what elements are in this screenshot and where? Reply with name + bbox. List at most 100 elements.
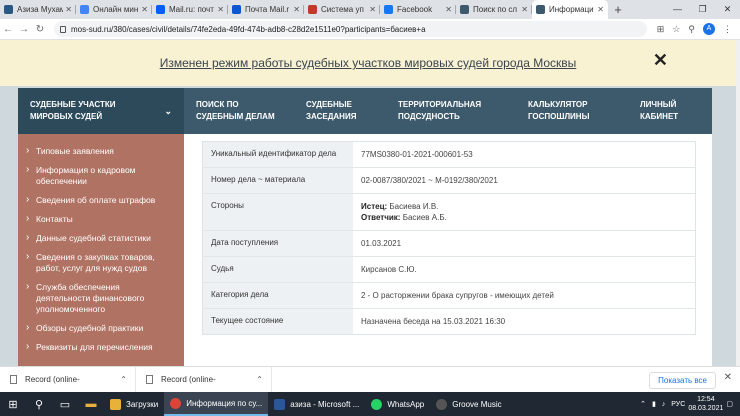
case-details-table: Уникальный идентификатор дела 77MS0380-0… [202,141,696,335]
tab-close-icon[interactable]: ✕ [521,5,528,14]
minimize-icon[interactable]: — [665,0,690,19]
browser-tab[interactable]: Поиск по сл ✕ [456,0,532,19]
downloads-bar: Record (online- ⌃ Record (online- ⌃ Пока… [0,366,740,393]
sidebar-item-statistics[interactable]: Данные судебной статистики [18,231,184,250]
profile-avatar[interactable]: A [703,23,715,35]
tab-close-icon[interactable]: ✕ [369,5,376,14]
tab-close-icon[interactable]: ✕ [445,5,452,14]
file-icon [10,375,17,384]
table-row: Категория дела 2 - О расторжении брака с… [203,283,695,309]
translate-icon[interactable]: ⊞ [657,24,665,35]
taskbar-app-groove[interactable]: Groove Music [430,392,507,416]
forward-icon[interactable]: → [16,24,32,35]
browser-tab[interactable]: Mail.ru: почт ✕ [152,0,228,19]
table-row: Текущее состояние Назначена беседа на 15… [203,309,695,334]
field-label: Судья [203,257,353,282]
tab-close-icon[interactable]: ✕ [217,5,224,14]
windows-start-icon[interactable]: ⊞ [0,398,26,411]
tab-favicon [156,5,165,14]
language-indicator[interactable]: РУС [671,401,685,408]
reload-icon[interactable]: ↻ [32,24,48,35]
file-icon [146,375,153,384]
sidebar-item-fines[interactable]: Сведения об оплате штрафов [18,193,184,212]
taskbar-app-downloads[interactable]: Загрузки [104,392,164,416]
field-value: 2 - О расторжении брака супругов - имеющ… [361,291,554,300]
table-row: Судья Кирсанов С.Ю. [203,257,695,283]
groove-music-icon [436,398,448,410]
sidebar-item-requisites[interactable]: Реквизиты для перечисления [18,340,184,359]
browser-tab[interactable]: Почта Mail.r ✕ [228,0,304,19]
browser-tab[interactable]: Азиза Мухам ✕ [0,0,76,19]
download-item[interactable]: Record (online- ⌃ [136,366,272,393]
tab-close-icon[interactable]: ✕ [597,5,604,14]
volume-icon[interactable]: ♪ [662,401,666,408]
plaintiff-label: Истец: [361,202,388,211]
maximize-icon[interactable]: ❐ [690,0,715,19]
task-view-icon[interactable]: ▭ [52,398,78,411]
nav-item-case-search[interactable]: Поиск по судебным делам [184,88,294,134]
tab-close-icon[interactable]: ✕ [293,5,300,14]
taskbar-app-whatsapp[interactable]: WhatsApp [365,392,430,416]
close-downloads-icon[interactable]: ✕ [724,372,732,383]
nav-item-jurisdiction[interactable]: Территориальная подсудность [386,88,516,134]
plaintiff-name: Басиева И.В. [389,202,439,211]
close-window-icon[interactable]: ✕ [715,0,740,19]
show-all-downloads-button[interactable]: Показать все [649,372,716,389]
tab-close-icon[interactable]: ✕ [65,5,72,14]
sidebar-item-staffing[interactable]: Информация о кадровом обеспечении [18,163,184,193]
whatsapp-icon [371,398,383,410]
browser-toolbar: ⊞ ☆ ⚲ A ⋮ [653,23,736,35]
lock-icon [60,25,66,33]
url-field[interactable]: mos-sud.ru/380/cases/civil/details/74fe2… [54,21,647,37]
browser-tab[interactable]: Система уп ✕ [304,0,380,19]
extensions-icon[interactable]: ⚲ [688,24,695,35]
page-scrollbar[interactable] [736,40,740,366]
back-icon[interactable]: ← [0,24,16,35]
nav-item-hearings[interactable]: Судебные заседания [294,88,386,134]
sidebar-item-templates[interactable]: Типовые заявления [18,144,184,163]
bookmark-star-icon[interactable]: ☆ [672,24,680,35]
chevron-up-icon[interactable]: ⌃ [120,375,127,384]
tab-favicon [4,5,13,14]
chrome-icon [170,397,182,409]
system-clock[interactable]: 12:54 08.03.2021 [688,395,723,413]
search-icon[interactable]: ⚲ [26,398,52,411]
taskbar-app-chrome[interactable]: Информация по су... [164,392,269,416]
clock-time: 12:54 [697,396,715,403]
new-tab-button[interactable]: + [608,0,628,19]
tab-close-icon[interactable]: ✕ [141,5,148,14]
file-explorer-icon[interactable]: ▬ [78,398,104,410]
notifications-icon[interactable]: ▢ [726,400,733,408]
sidebar-item-ombudsman[interactable]: Служба обеспечения деятельности финансов… [18,280,184,321]
field-label: Стороны [203,194,353,230]
browser-tab[interactable]: Facebook ✕ [380,0,456,19]
browser-tab[interactable]: Онлайн мин ✕ [76,0,152,19]
sidebar-item-contacts[interactable]: Контакты [18,212,184,231]
folder-icon [110,398,121,410]
nav-item-account[interactable]: Личный кабинет [628,88,712,134]
nav-item-fee-calculator[interactable]: Калькулятор госпошлины [516,88,628,134]
field-value: 01.03.2021 [361,239,402,248]
taskbar-app-word[interactable]: азиза - Microsoft ... [268,392,365,416]
address-bar: ← → ↻ mos-sud.ru/380/cases/civil/details… [0,19,740,40]
sidebar-item-practice-reviews[interactable]: Обзоры судебной практики [18,321,184,340]
notice-close-icon[interactable]: ✕ [653,50,668,71]
field-value: 02-0087/380/2021 ~ М-0192/380/2021 [361,176,498,185]
menu-kebab-icon[interactable]: ⋮ [723,24,732,35]
browser-tab-active[interactable]: Информаци ✕ [532,0,608,19]
chevron-down-icon: ⌄ [164,106,172,116]
network-icon[interactable]: ▮ [652,400,656,408]
field-label: Категория дела [203,283,353,308]
field-value: 77MS0380-01-2021-000601-53 [361,150,473,159]
system-tray: ⌃ ▮ ♪ РУС 12:54 08.03.2021 ▢ [637,395,740,413]
tab-favicon [308,5,317,14]
word-icon [274,398,286,410]
chevron-up-icon[interactable]: ⌃ [640,400,646,408]
download-item[interactable]: Record (online- ⌃ [0,366,136,393]
field-value: Назначена беседа на 15.03.2021 16:30 [361,317,506,326]
nav-item-courts[interactable]: Судебные участки мировых судей ⌄ [18,88,184,134]
notice-link[interactable]: Изменен режим работы судебных участков м… [160,56,577,70]
sidebar-item-procurement[interactable]: Сведения о закупках товаров, работ, услу… [18,250,184,280]
chevron-up-icon[interactable]: ⌃ [256,375,263,384]
main-navigation: Судебные участки мировых судей ⌄ Поиск п… [18,88,712,134]
